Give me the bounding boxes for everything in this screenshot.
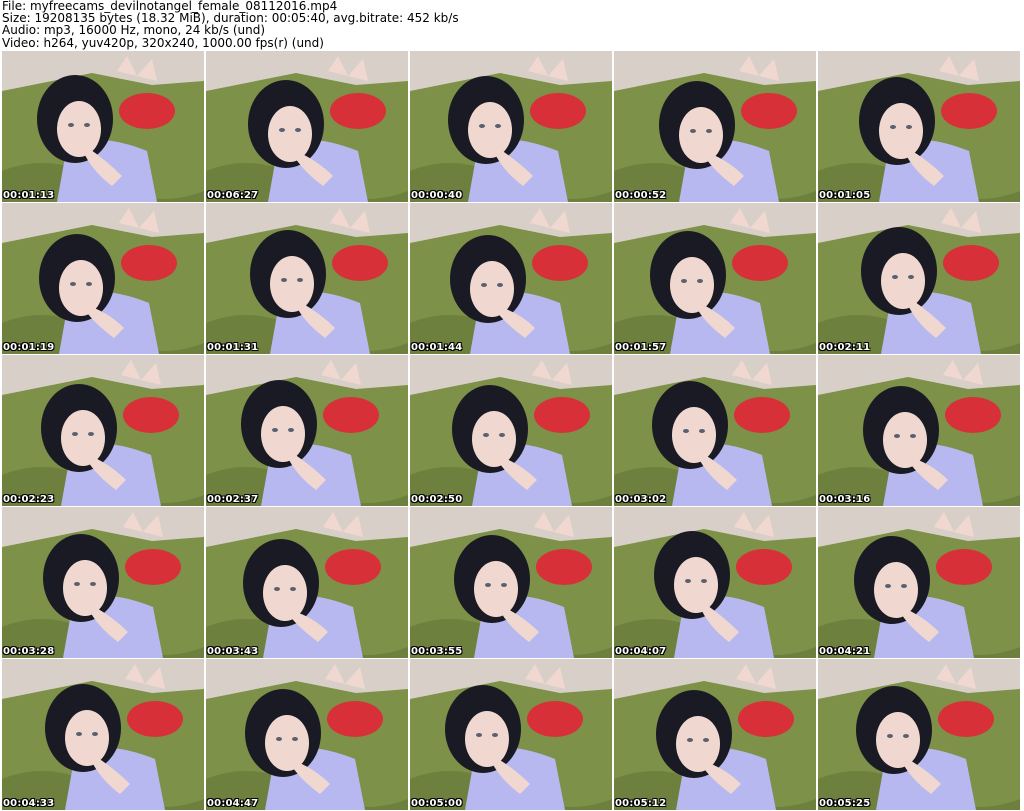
video-thumbnail: 00:01:57 xyxy=(614,203,816,354)
frame-image xyxy=(410,355,612,506)
frame-image xyxy=(818,659,1020,810)
thumbnail-timestamp: 00:01:19 xyxy=(3,342,55,353)
video-thumbnail: 00:03:16 xyxy=(818,355,1020,506)
thumbnail-timestamp: 00:04:07 xyxy=(615,646,667,657)
video-thumbnail: 00:05:00 xyxy=(410,659,612,810)
frame-image xyxy=(818,51,1020,202)
thumbnail-timestamp: 00:03:43 xyxy=(207,646,259,657)
video-thumbnail: 00:01:05 xyxy=(818,51,1020,202)
thumbnail-timestamp: 00:01:13 xyxy=(3,190,55,201)
frame-image xyxy=(818,507,1020,658)
frame-image xyxy=(206,203,408,354)
video-thumbnail: 00:02:50 xyxy=(410,355,612,506)
thumbnail-timestamp: 00:02:23 xyxy=(3,494,55,505)
frame-image xyxy=(614,355,816,506)
video-thumbnail: 00:01:31 xyxy=(206,203,408,354)
thumbnail-timestamp: 00:02:50 xyxy=(411,494,463,505)
frame-image xyxy=(614,203,816,354)
video-thumbnail: 00:02:11 xyxy=(818,203,1020,354)
thumbnail-grid: 00:01:13 00:06:27 00:00:40 00:00:52 00:01:05… xyxy=(2,51,1024,811)
video-thumbnail: 00:01:13 xyxy=(2,51,204,202)
thumbnail-timestamp: 00:00:52 xyxy=(615,190,667,201)
thumbnail-timestamp: 00:00:40 xyxy=(411,190,463,201)
video-thumbnail: 00:02:37 xyxy=(206,355,408,506)
thumbnail-timestamp: 00:05:25 xyxy=(819,798,871,809)
audio-info-line: Audio: mp3, 16000 Hz, mono, 24 kb/s (und… xyxy=(2,23,266,38)
video-thumbnail: 00:04:07 xyxy=(614,507,816,658)
video-thumbnail: 00:05:12 xyxy=(614,659,816,810)
video-thumbnail: 00:01:19 xyxy=(2,203,204,354)
frame-image xyxy=(206,51,408,202)
thumbnail-timestamp: 00:01:31 xyxy=(207,342,259,353)
thumbnail-timestamp: 00:04:21 xyxy=(819,646,871,657)
video-thumbnail: 00:01:44 xyxy=(410,203,612,354)
frame-image xyxy=(614,507,816,658)
thumbnail-timestamp: 00:02:11 xyxy=(819,342,871,353)
video-thumbnail: 00:04:47 xyxy=(206,659,408,810)
video-thumbnail: 00:00:52 xyxy=(614,51,816,202)
thumbnail-timestamp: 00:03:16 xyxy=(819,494,871,505)
thumbnail-timestamp: 00:01:05 xyxy=(819,190,871,201)
video-thumbnail: 00:04:21 xyxy=(818,507,1020,658)
frame-image xyxy=(2,203,204,354)
thumbnail-timestamp: 00:05:00 xyxy=(411,798,463,809)
frame-image xyxy=(410,659,612,810)
thumbnail-timestamp: 00:01:57 xyxy=(615,342,667,353)
frame-image xyxy=(206,659,408,810)
frame-image xyxy=(614,659,816,810)
frame-image xyxy=(2,659,204,810)
frame-image xyxy=(206,507,408,658)
video-info-line: Video: h264, yuv420p, 320x240, 1000.00 f… xyxy=(2,35,324,50)
thumbnail-timestamp: 00:04:33 xyxy=(3,798,55,809)
thumbnail-timestamp: 00:01:44 xyxy=(411,342,463,353)
video-thumbnail: 00:03:02 xyxy=(614,355,816,506)
thumbnail-timestamp: 00:04:47 xyxy=(207,798,259,809)
thumbnail-timestamp: 00:03:28 xyxy=(3,646,55,657)
frame-image xyxy=(410,203,612,354)
frame-image xyxy=(614,51,816,202)
thumbnail-timestamp: 00:02:37 xyxy=(207,494,259,505)
frame-image xyxy=(410,51,612,202)
file-info-header: File: myfreecams_devilnotangel_female_08… xyxy=(2,0,1022,50)
video-thumbnail: 00:04:33 xyxy=(2,659,204,810)
thumbnail-timestamp: 00:05:12 xyxy=(615,798,667,809)
thumbnail-timestamp: 00:03:02 xyxy=(615,494,667,505)
video-thumbnail: 00:05:25 xyxy=(818,659,1020,810)
video-thumbnail: 00:03:28 xyxy=(2,507,204,658)
video-thumbnail: 00:03:43 xyxy=(206,507,408,658)
video-thumbnail: 00:03:55 xyxy=(410,507,612,658)
frame-image xyxy=(206,355,408,506)
frame-image xyxy=(2,51,204,202)
video-thumbnail: 00:00:40 xyxy=(410,51,612,202)
frame-image xyxy=(410,507,612,658)
thumbnail-timestamp: 00:06:27 xyxy=(207,190,259,201)
thumbnail-timestamp: 00:03:55 xyxy=(411,646,463,657)
frame-image xyxy=(818,203,1020,354)
video-thumbnail: 00:06:27 xyxy=(206,51,408,202)
video-thumbnail: 00:02:23 xyxy=(2,355,204,506)
frame-image xyxy=(2,355,204,506)
frame-image xyxy=(2,507,204,658)
frame-image xyxy=(818,355,1020,506)
